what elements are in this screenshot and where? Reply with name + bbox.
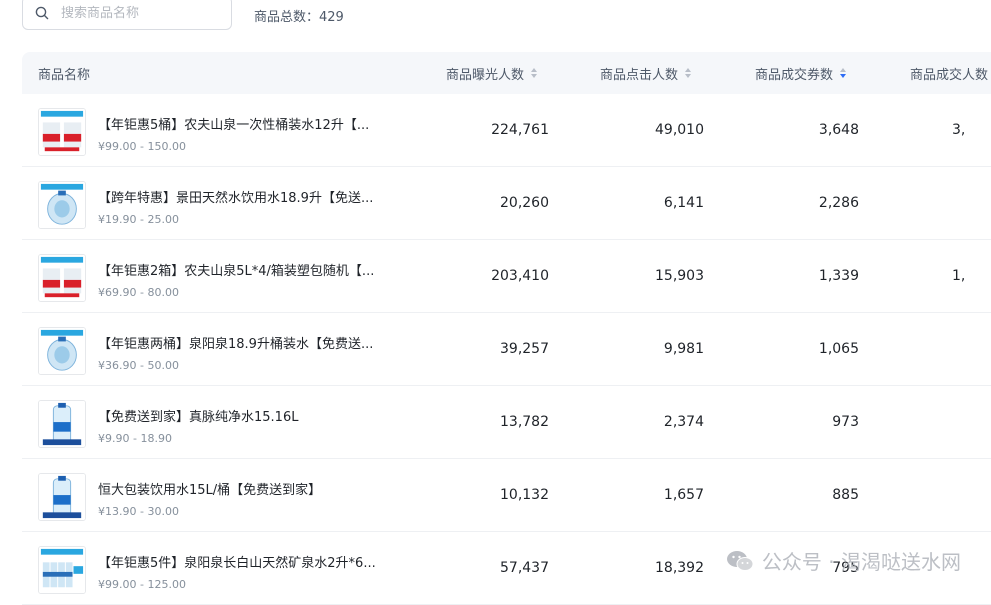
table-header: 商品名称 商品曝光人数 商品点击人数 商品成交券数 商品成交人数 (22, 52, 991, 94)
search-input[interactable] (59, 4, 213, 22)
deal-users-value (952, 459, 991, 531)
header-product-name-label: 商品名称 (38, 67, 91, 83)
header-exposure-label: 商品曝光人数 (446, 67, 525, 83)
sort-icon[interactable] (531, 68, 538, 78)
header-exposure[interactable]: 商品曝光人数 (446, 52, 538, 94)
header-clicks[interactable]: 商品点击人数 (600, 52, 692, 94)
product-table: 商品名称 商品曝光人数 商品点击人数 商品成交券数 商品成交人数 【年钜惠5桶】… (22, 52, 991, 605)
watermark-text: 公众号 · 渴渴哒送水网 (761, 550, 961, 574)
watermark: 公众号 · 渴渴哒送水网 (726, 546, 961, 575)
coupon-deals-value: 3,648 (818, 122, 859, 138)
table-row[interactable]: 【年钜惠两桶】泉阳泉18.9升桶装水【免费送... ¥36.90 - 50.00 3… (22, 313, 991, 386)
deal-users-value: 3, (952, 122, 966, 138)
sort-icon[interactable] (685, 68, 692, 78)
coupon-deals-value: 1,065 (818, 341, 859, 357)
deal-users-value (952, 167, 991, 239)
product-total-count: 商品总数：429 (254, 10, 344, 25)
coupon-deals-value: 973 (832, 414, 859, 430)
header-coupon-deals-label: 商品成交券数 (755, 67, 834, 83)
deal-users-value (952, 313, 991, 385)
coupon-deals-value: 885 (832, 487, 859, 503)
coupon-deals-value: 1,339 (818, 268, 859, 284)
deal-users-value (952, 386, 991, 458)
table-row[interactable]: 恒大包装饮用水15L/桶【免费送到家】 ¥13.90 - 30.00 10,132 1… (22, 459, 991, 532)
sort-active-icon[interactable] (840, 68, 847, 78)
coupon-deals-value: 2,286 (818, 195, 859, 211)
table-body: 【年钜惠5桶】农夫山泉一次性桶装水12升【... ¥99.00 - 150.00 2… (22, 94, 991, 605)
header-coupon-deals[interactable]: 商品成交券数 (755, 52, 847, 94)
header-deal-users-label: 商品成交人数 (910, 67, 989, 83)
header-deal-users[interactable]: 商品成交人数 (910, 52, 988, 94)
search-icon (35, 6, 49, 20)
deal-users-value: 1, (952, 268, 966, 284)
header-product-name: 商品名称 (38, 52, 90, 94)
table-row[interactable]: 【跨年特惠】景田天然水饮用水18.9升【免送... ¥19.90 - 25.00 2… (22, 167, 991, 240)
table-row[interactable]: 【年钜惠2箱】农夫山泉5L*4/箱装塑包随机【... ¥69.90 - 80.00… (22, 240, 991, 313)
search-box[interactable] (22, 0, 232, 30)
header-clicks-label: 商品点击人数 (600, 67, 679, 83)
table-row[interactable]: 【年钜惠5桶】农夫山泉一次性桶装水12升【... ¥99.00 - 150.00 2… (22, 94, 991, 167)
table-row[interactable]: 【免费送到家】真脉纯净水15.16L ¥9.90 - 18.90 13,782 2,3… (22, 386, 991, 459)
wechat-icon (726, 550, 754, 571)
